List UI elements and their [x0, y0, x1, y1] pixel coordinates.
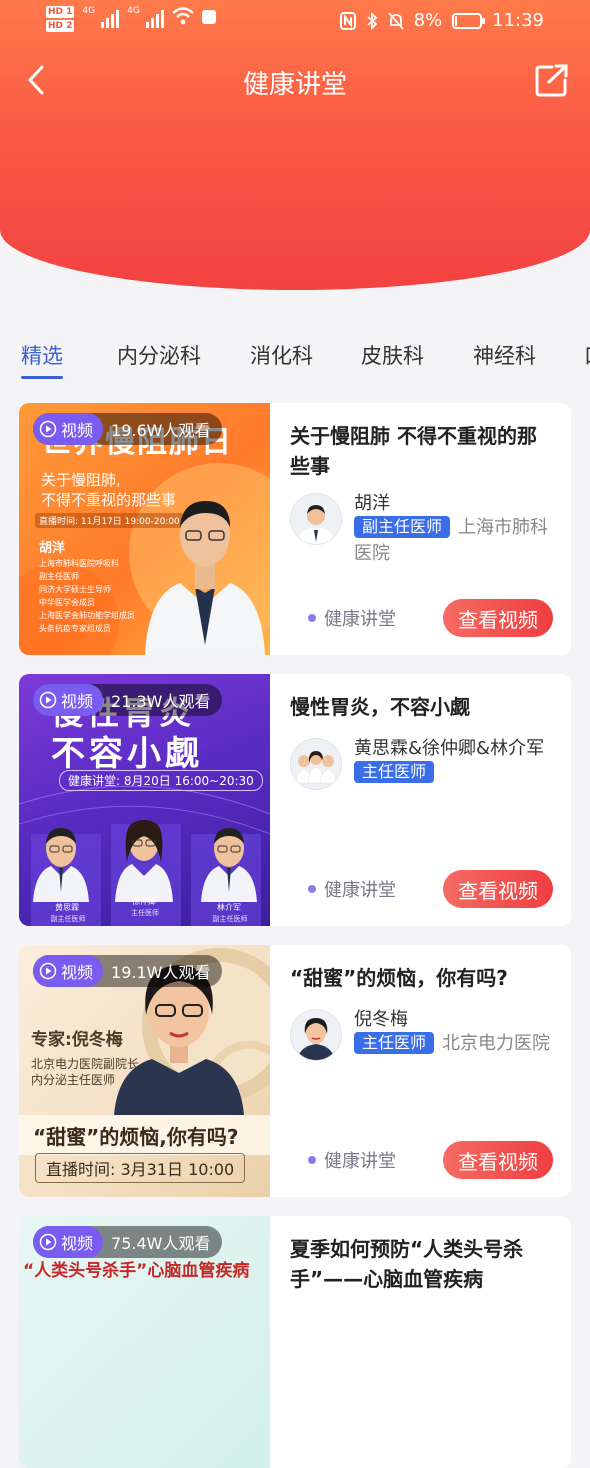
signal-2-icon [145, 6, 164, 28]
network-1-label: 4G [82, 6, 96, 16]
video-title[interactable]: 关于慢阻肺 不得不重视的那些事 [290, 421, 553, 481]
wifi-icon [172, 7, 194, 25]
page-title: 健康讲堂 [242, 70, 347, 100]
tab-endocrinology[interactable]: 内分泌科 [117, 340, 201, 370]
battery-percent: 8% [413, 10, 443, 31]
video-card[interactable]: 专家:倪冬梅 北京电力医院副院长 内分泌主任医师 “甜蜜”的烦恼,你有吗? 直播… [19, 945, 571, 1197]
watch-video-button[interactable]: 查看视频 [443, 1141, 553, 1179]
thumbnail-doctor-role: 主任医师 [131, 909, 159, 917]
thumbnail-doctor-name: 胡洋 [39, 541, 66, 556]
nfc-icon [339, 11, 356, 30]
tab-gastroenterology[interactable]: 消化科 [250, 340, 313, 370]
doctor-rank-badge: 主任医师 [354, 1032, 435, 1054]
doctor-name: 黄思霖&徐仲卿&林介军 [354, 738, 545, 759]
tab-more[interactable]: 口 [584, 340, 590, 370]
video-title[interactable]: “甜蜜”的烦恼，你有吗? [290, 963, 553, 993]
doctor-name: 倪冬梅 [354, 1009, 408, 1030]
video-tag-label: 视频 [61, 963, 94, 982]
play-icon [39, 1233, 57, 1251]
thumbnail-headline: 不容小觑 [51, 734, 203, 774]
network-2-label: 4G [127, 6, 140, 16]
play-icon [39, 691, 57, 709]
hd1-badge: HD 1 [46, 6, 75, 18]
bluetooth-icon [366, 11, 377, 30]
avatar [290, 1009, 342, 1061]
view-count: 19.6W人观看 [111, 421, 211, 440]
category-tabs: 精选 内分泌科 消化科 皮肤科 神经科 口 [0, 340, 590, 384]
video-title[interactable]: 夏季如何预防“人类头号杀手”——心脑血管疾病 [290, 1234, 553, 1294]
video-tag: 视频 19.1W人观看 [33, 955, 223, 987]
source-dot [308, 885, 316, 893]
doctor-portrait [145, 501, 265, 655]
doctor-rank-badge: 副主任医师 [354, 516, 451, 538]
tab-featured[interactable]: 精选 [21, 340, 63, 379]
play-icon [39, 420, 57, 438]
view-count: 21.3W人观看 [111, 692, 211, 711]
hd2-badge: HD 2 [46, 20, 75, 32]
thumbnail-doctor-role: 副主任医师 [212, 915, 248, 923]
thumbnail-doctor-name: 黄思霖 [55, 903, 79, 912]
battery-icon [452, 12, 486, 29]
video-tag: 视频 19.6W人观看 [33, 413, 223, 445]
source-label: 健康讲堂 [308, 605, 396, 631]
doctor-portraits [33, 820, 257, 902]
hospital-name: 北京电力医院 [442, 1033, 551, 1054]
source-dot [308, 614, 316, 622]
doctor-rank-badge: 主任医师 [354, 761, 435, 783]
view-count: 75.4W人观看 [111, 1234, 211, 1253]
tab-dermatology[interactable]: 皮肤科 [361, 340, 424, 370]
watch-video-button[interactable]: 查看视频 [443, 599, 553, 637]
mute-bell-icon [387, 11, 404, 30]
tab-neurology[interactable]: 神经科 [473, 340, 536, 370]
avatar [290, 493, 342, 545]
video-thumbnail[interactable]: “人类头号杀手”心脑血管疾病 视频 75.4W人观看 [19, 1216, 270, 1468]
thumbnail-doctor-role: 副主任医师 [50, 915, 86, 923]
video-thumbnail[interactable]: 世界慢阻肺日 关于慢阻肺, 不得不重视的那些事 直播时间: 11月17日 19:… [19, 403, 270, 655]
thumbnail-doctor-name: 徐仲卿 [132, 897, 156, 906]
status-bar: HD 1 HD 2 4G 4G 8% 11:39 [0, 0, 590, 44]
share-button[interactable] [532, 62, 572, 98]
video-title[interactable]: 慢性胃炎，不容小觑 [290, 692, 553, 722]
thumbnail-subtitle: 关于慢阻肺, [41, 471, 121, 489]
thumbnail-doctor-name: 林介军 [217, 903, 241, 912]
view-count: 19.1W人观看 [111, 963, 211, 982]
video-thumbnail[interactable]: 慢性胃炎 不容小觑 健康讲堂: 8月20日 16:00~20:30 黄思霖 徐仲… [19, 674, 270, 926]
video-tag-label: 视频 [61, 421, 94, 440]
video-tag: 视频 75.4W人观看 [33, 1226, 223, 1258]
thumbnail-expert: 专家:倪冬梅 [31, 1030, 123, 1050]
video-card[interactable]: 慢性胃炎 不容小觑 健康讲堂: 8月20日 16:00~20:30 黄思霖 徐仲… [19, 674, 571, 926]
signal-1-icon [101, 6, 120, 28]
avatar [290, 738, 342, 790]
thumbnail-slogan: “人类头号杀手”心脑血管疾病 [23, 1261, 250, 1281]
video-tag: 视频 21.3W人观看 [33, 684, 223, 716]
source-label: 健康讲堂 [308, 1147, 396, 1173]
video-thumbnail[interactable]: 专家:倪冬梅 北京电力医院副院长 内分泌主任医师 “甜蜜”的烦恼,你有吗? 直播… [19, 945, 270, 1197]
thumbnail-time: 健康讲堂: 8月20日 16:00~20:30 [59, 770, 263, 791]
video-card[interactable]: “人类头号杀手”心脑血管疾病 视频 75.4W人观看 夏季如何预防“人类头号杀手… [19, 1216, 571, 1468]
video-tag-label: 视频 [61, 1234, 94, 1253]
app-notification-icon [201, 10, 216, 24]
nav-bar: 健康讲堂 [0, 58, 590, 102]
watch-video-button[interactable]: 查看视频 [443, 870, 553, 908]
video-tag-label: 视频 [61, 692, 94, 711]
play-icon [39, 962, 57, 980]
thumbnail-org: 北京电力医院副院长 [31, 1057, 140, 1071]
source-dot [308, 1156, 316, 1164]
thumbnail-org: 内分泌主任医师 [31, 1073, 116, 1087]
video-card[interactable]: 世界慢阻肺日 关于慢阻肺, 不得不重视的那些事 直播时间: 11月17日 19:… [19, 403, 571, 655]
thumbnail-time: 直播时间: 3月31日 10:00 [35, 1153, 246, 1183]
thumbnail-slogan: “甜蜜”的烦恼,你有吗? [33, 1125, 239, 1149]
doctor-name: 胡洋 [354, 493, 390, 514]
clock: 11:39 [492, 10, 544, 31]
source-label: 健康讲堂 [308, 876, 396, 902]
